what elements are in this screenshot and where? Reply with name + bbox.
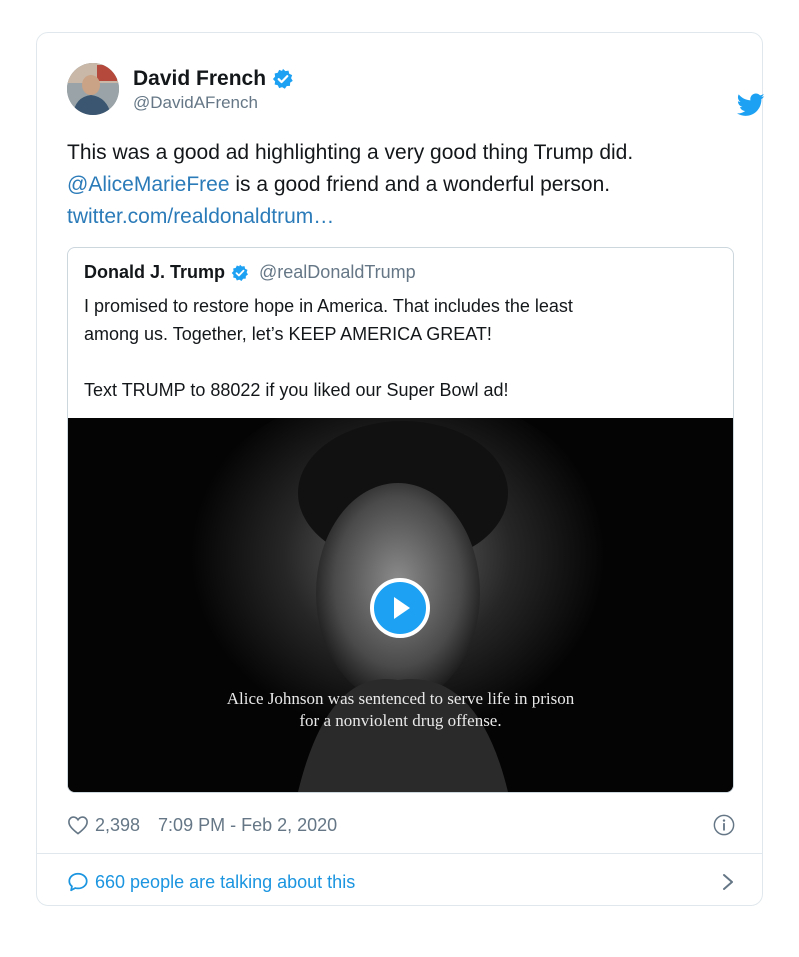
play-icon[interactable] [370, 578, 430, 638]
quoted-author-handle[interactable]: @realDonaldTrump [259, 262, 416, 283]
tweet-header: David French @DavidAFrench [67, 61, 765, 121]
quoted-tweet-header: Donald J. Trump @realDonaldTrump [84, 262, 416, 283]
verified-badge-icon [272, 68, 293, 89]
quoted-tweet-link[interactable]: twitter.com/realdonaldtrum… [67, 205, 334, 228]
quoted-tweet-text: I promised to restore hope in America. T… [84, 292, 704, 404]
author-handle[interactable]: @DavidAFrench [133, 93, 294, 113]
divider [37, 853, 762, 854]
info-icon[interactable] [713, 814, 735, 836]
video-player[interactable]: Alice Johnson was sentenced to serve lif… [68, 418, 733, 792]
timestamp[interactable]: 7:09 PM - Feb 2, 2020 [158, 815, 337, 836]
quoted-tweet[interactable]: Donald J. Trump @realDonaldTrump I promi… [67, 247, 734, 793]
mention-link[interactable]: @AliceMarieFree [67, 173, 230, 196]
quoted-text-line: I promised to restore hope in America. T… [84, 296, 573, 316]
heart-icon[interactable] [67, 815, 89, 835]
caption-line: for a nonviolent drug offense. [299, 711, 502, 730]
author-name[interactable]: David French [133, 67, 266, 91]
tweet-text: This was a good ad highlighting a very g… [67, 137, 727, 233]
tweet-text-part2: is a good friend and a wonderful person. [229, 173, 611, 196]
chevron-right-icon [723, 874, 733, 890]
caption-line: Alice Johnson was sentenced to serve lif… [226, 689, 575, 708]
quoted-author-name[interactable]: Donald J. Trump [84, 262, 225, 283]
speech-bubble-icon [68, 872, 88, 892]
quoted-text-line: Text TRUMP to 88022 if you liked our Sup… [84, 380, 509, 400]
author-block: David French @DavidAFrench [133, 67, 294, 113]
like-count[interactable]: 2,398 [95, 815, 140, 836]
avatar[interactable] [67, 63, 119, 115]
conversation-label: 660 people are talking about this [95, 871, 356, 892]
quoted-text-line [84, 348, 704, 376]
tweet-meta: 2,398 7:09 PM - Feb 2, 2020 [67, 811, 735, 839]
tweet-card: David French @DavidAFrench This was a go… [36, 32, 765, 906]
verified-badge-icon [231, 264, 248, 281]
conversation-link[interactable]: 660 people are talking about this [67, 867, 735, 897]
quoted-text-line: among us. Together, let’s KEEP AMERICA G… [84, 324, 492, 344]
twitter-bird-icon[interactable] [737, 93, 765, 117]
tweet-text-part1: This was a good ad highlighting a very g… [67, 141, 634, 164]
video-caption: Alice Johnson was sentenced to serve lif… [68, 688, 733, 732]
